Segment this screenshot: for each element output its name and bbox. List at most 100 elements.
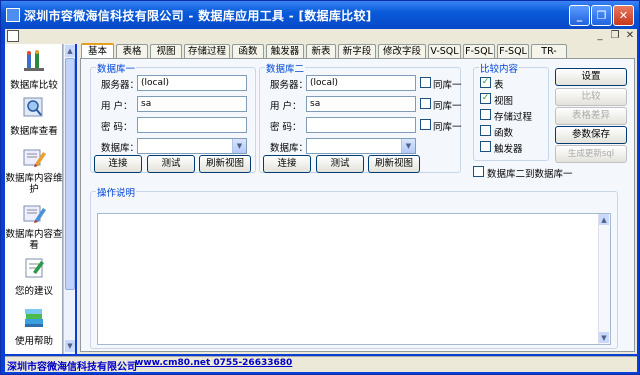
compare-button[interactable]: 比较 [555, 88, 627, 106]
sidebar-item-compare[interactable]: 数据库比较 [5, 50, 63, 91]
tab-v-sql[interactable]: V-SQL [428, 44, 461, 58]
main-panel: 基本 表格 视图 存储过程 函数 触发器 新表 新字段 修改字段 V-SQL F… [77, 43, 637, 354]
tab-new-field[interactable]: 新字段 [338, 44, 376, 58]
db2-same-password-checkbox[interactable] [420, 119, 431, 130]
edit-pencil-icon [23, 149, 46, 167]
instructions-scrollbar[interactable]: ▲ ▼ [598, 214, 610, 344]
db1-server-label: 服务器： [101, 80, 140, 91]
tab-basic[interactable]: 基本 [81, 43, 114, 59]
tab-procedure[interactable]: 存储过程 [184, 44, 230, 58]
compare-view-checkbox[interactable]: ✓ [480, 93, 491, 104]
compare-title: 比较内容 [479, 61, 520, 75]
chevron-down-icon[interactable]: ▼ [401, 139, 415, 153]
sidebar-item-view[interactable]: 数据库查看 [5, 96, 63, 137]
compare-procedure-label: 存储过程 [494, 112, 533, 123]
title-bar[interactable]: 深圳市容微海信科技有限公司 - 数据库应用工具 - [数据库比较] _ ❐ ✕ [1, 1, 639, 29]
mdi-close-button[interactable]: ✕ [624, 30, 636, 42]
sidebar-item-label: 数据库查看 [10, 126, 58, 137]
db2-password-label: 密 码： [270, 122, 302, 133]
db2-connect-button[interactable]: 连接 [263, 155, 311, 173]
sidebar-item-feedback[interactable]: 您的建议 [5, 256, 63, 297]
db2-user-input[interactable]: sa [306, 96, 416, 112]
save-params-button[interactable]: 参数保存 [555, 126, 627, 144]
sidebar-item-label: 您的建议 [14, 286, 53, 297]
db1-test-button[interactable]: 测试 [147, 155, 195, 173]
sidebar-item-help[interactable]: 使用帮助 [5, 306, 63, 347]
scroll-thumb[interactable] [65, 58, 75, 290]
scroll-down-arrow-icon[interactable]: ▼ [65, 340, 75, 352]
instructions-textarea[interactable]: ▲ ▼ [97, 213, 611, 345]
scroll-up-arrow-icon[interactable]: ▲ [65, 45, 75, 57]
mdi-minimize-button[interactable]: _ [594, 30, 606, 42]
chevron-down-icon[interactable]: ▼ [232, 139, 246, 153]
sidebar: 数据库比较 数据库查看 数据库内容维护 数据库内容查看 您的建议 使用帮助 [5, 44, 63, 354]
minimize-button[interactable]: _ [569, 5, 590, 26]
compare-table-checkbox[interactable]: ✓ [480, 77, 491, 88]
settings-button[interactable]: 设置 [555, 68, 627, 86]
db1-database-select[interactable]: ▼ [137, 138, 247, 154]
scroll-up-arrow-icon[interactable]: ▲ [599, 214, 609, 225]
sidebar-item-label: 数据库内容维护 [5, 173, 63, 195]
sidebar-item-label: 使用帮助 [14, 336, 53, 347]
tab-function[interactable]: 函数 [232, 44, 264, 58]
db1-connect-button[interactable]: 连接 [94, 155, 142, 173]
sidebar-item-label: 数据库内容查看 [5, 229, 63, 251]
magnifier-icon [23, 97, 43, 117]
db1-title: 数据库一 [96, 61, 137, 75]
db1-user-label: 用 户： [101, 101, 133, 112]
tab-trigger[interactable]: 触发器 [266, 44, 304, 58]
window-title: 深圳市容微海信科技有限公司 - 数据库应用工具 - [数据库比较] [24, 9, 372, 23]
db2-password-input[interactable] [306, 117, 416, 133]
db2-title: 数据库二 [265, 61, 306, 75]
tab-view[interactable]: 视图 [150, 44, 182, 58]
db1-refresh-button[interactable]: 刷新视图 [199, 155, 251, 173]
db1-password-input[interactable] [137, 117, 247, 133]
close-button[interactable]: ✕ [613, 5, 634, 26]
table-diff-button[interactable]: 表格差异 [555, 107, 627, 125]
status-bar: 深圳市容微海信科技有限公司 www.cm80.net 0755-26633680 [5, 356, 637, 373]
tab-tr-sql[interactable]: TR-SQL [531, 44, 567, 70]
tab-new-table[interactable]: 新表 [306, 44, 336, 58]
tab-f-sql[interactable]: F-SQL [463, 44, 495, 58]
mdi-restore-button[interactable]: ❐ [609, 30, 621, 42]
generate-sql-button[interactable]: 生成更新sql [555, 145, 627, 163]
db1-server-input[interactable]: (local) [137, 75, 247, 91]
db1-user-input[interactable]: sa [137, 96, 247, 112]
compare-procedure-checkbox[interactable] [480, 109, 491, 120]
compare-table-label: 表 [494, 80, 504, 91]
db2-user-label: 用 户： [270, 101, 302, 112]
db2-database-label: 数据库： [270, 143, 309, 154]
db2-to-db1-checkbox[interactable] [473, 166, 484, 177]
mdi-child-icon[interactable] [7, 30, 19, 42]
restore-button[interactable]: ❐ [591, 5, 612, 26]
compare-trigger-label: 触发器 [494, 144, 523, 155]
mdi-menu-bar: _ ❐ ✕ [5, 29, 637, 44]
status-company: 深圳市容微海信科技有限公司 [7, 362, 137, 373]
status-contact-link[interactable]: www.cm80.net 0755-26633680 [135, 358, 292, 368]
compare-icon [24, 50, 44, 71]
db2-refresh-button[interactable]: 刷新视图 [368, 155, 420, 173]
compare-trigger-checkbox[interactable] [480, 141, 491, 152]
db1-password-label: 密 码： [101, 122, 133, 133]
db2-test-button[interactable]: 测试 [316, 155, 364, 173]
db2-database-select[interactable]: ▼ [306, 138, 416, 154]
tab-modify-field[interactable]: 修改字段 [378, 44, 426, 58]
compare-view-label: 视图 [494, 96, 514, 107]
db2-same-user-checkbox[interactable] [420, 98, 431, 109]
sidebar-item-content-view[interactable]: 数据库内容查看 [5, 202, 63, 251]
help-books-icon [25, 309, 43, 327]
scroll-down-arrow-icon[interactable]: ▼ [599, 332, 609, 343]
sidebar-item-label: 数据库比较 [10, 80, 58, 91]
compare-function-label: 函数 [494, 128, 514, 139]
db2-server-label: 服务器： [270, 80, 309, 91]
sidebar-scrollbar[interactable]: ▲ ▼ [63, 44, 75, 354]
tab-table[interactable]: 表格 [116, 44, 148, 58]
tab-f-sql-2[interactable]: F-SQL [497, 44, 529, 58]
db2-server-input[interactable]: (local) [306, 75, 416, 91]
instructions-title: 操作说明 [96, 185, 137, 199]
db2-same-server-checkbox[interactable] [420, 77, 431, 88]
compare-function-checkbox[interactable] [480, 125, 491, 136]
db2-to-db1-label: 数据库二到数据库一 [487, 169, 573, 180]
db1-database-label: 数据库： [101, 143, 140, 154]
sidebar-item-maintain[interactable]: 数据库内容维护 [5, 146, 63, 195]
